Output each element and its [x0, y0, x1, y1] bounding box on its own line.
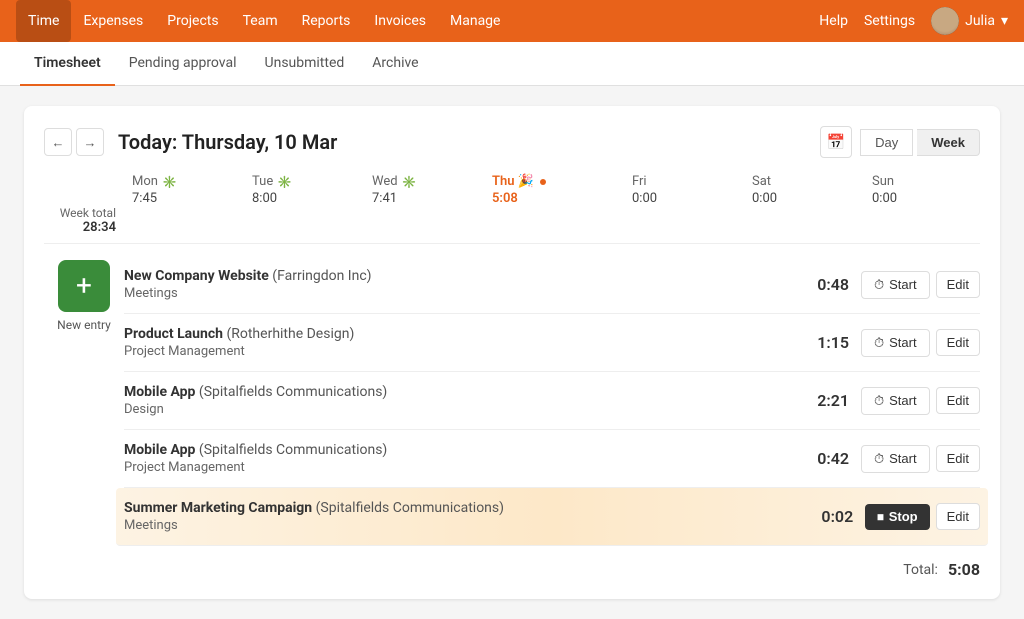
subnav-unsubmitted[interactable]: Unsubmitted — [251, 42, 359, 86]
next-week-button[interactable]: → — [76, 128, 104, 156]
edit-button[interactable]: Edit — [936, 503, 980, 530]
entry-info: Mobile App (Spitalfields Communications)… — [124, 384, 799, 417]
entry-actions: ⏱ Start Edit — [861, 387, 980, 415]
new-entry-label: New entry — [57, 318, 111, 332]
start-button[interactable]: ⏱ Start — [861, 445, 930, 473]
day-sat: Sat 0:00 — [744, 174, 864, 206]
nav-item-reports[interactable]: Reports — [290, 0, 363, 42]
entry-duration: 1:15 — [799, 333, 849, 352]
day-view-button[interactable]: Day — [860, 129, 913, 156]
sub-nav: Timesheet Pending approval Unsubmitted A… — [0, 42, 1024, 86]
user-menu[interactable]: Julia ▾ — [931, 7, 1008, 35]
entry-duration: 0:42 — [799, 449, 849, 468]
week-total: Week total 28:34 — [44, 206, 124, 235]
nav-item-expenses[interactable]: Expenses — [71, 0, 155, 42]
days-row: Mon ✳️ 7:45 Tue ✳️ 8:00 Wed ✳️ 7:41 Thu … — [44, 174, 980, 244]
day-tue: Tue ✳️ 8:00 — [244, 174, 364, 206]
timesheet-container: ← → Today: Thursday, 10 Mar 📅 Day Week M… — [24, 106, 1000, 599]
entry-duration: 0:48 — [799, 275, 849, 294]
clock-icon: ⏱ — [874, 451, 884, 467]
nav-item-time[interactable]: Time — [16, 0, 71, 42]
subnav-pending-approval[interactable]: Pending approval — [115, 42, 251, 86]
day-fri: Fri 0:00 — [624, 174, 744, 206]
nav-item-projects[interactable]: Projects — [155, 0, 230, 42]
new-entry-spacer — [44, 174, 124, 206]
new-entry-button[interactable]: + — [58, 260, 110, 312]
settings-link[interactable]: Settings — [864, 13, 915, 29]
entry-info: New Company Website (Farringdon Inc) Mee… — [124, 268, 799, 301]
entry-project: Mobile App (Spitalfields Communications) — [124, 384, 799, 400]
nav-arrows: ← → — [44, 128, 104, 156]
entry-task: Meetings — [124, 286, 799, 301]
avatar — [931, 7, 959, 35]
entry-info: Mobile App (Spitalfields Communications)… — [124, 442, 799, 475]
total-value: 5:08 — [948, 560, 980, 579]
day-wed: Wed ✳️ 7:41 — [364, 174, 484, 206]
day-sun: Sun 0:00 — [864, 174, 980, 206]
nav-item-manage[interactable]: Manage — [438, 0, 512, 42]
table-row: Mobile App (Spitalfields Communications)… — [124, 372, 980, 430]
start-button[interactable]: ⏱ Start — [861, 329, 930, 357]
new-entry-column: + New entry — [44, 256, 124, 579]
entry-project: Product Launch (Rotherhithe Design) — [124, 326, 799, 342]
entry-task: Meetings — [124, 518, 803, 533]
entry-actions: ⏱ Start Edit — [861, 445, 980, 473]
table-row: Summer Marketing Campaign (Spitalfields … — [116, 488, 988, 546]
total-label: Total: — [903, 562, 938, 578]
entry-duration: 0:02 — [803, 507, 853, 526]
entry-project: Summer Marketing Campaign (Spitalfields … — [124, 500, 803, 516]
view-toggle: 📅 Day Week — [820, 126, 980, 158]
day-thu: Thu 🎉 5:08 — [484, 174, 624, 206]
entry-actions: ⏱ Start Edit — [861, 329, 980, 357]
entry-actions: ⏹ Stop Edit — [865, 503, 980, 530]
edit-button[interactable]: Edit — [936, 445, 980, 472]
subnav-timesheet[interactable]: Timesheet — [20, 42, 115, 86]
clock-icon: ⏱ — [874, 393, 884, 409]
start-button[interactable]: ⏱ Start — [861, 271, 930, 299]
day-mon: Mon ✳️ 7:45 — [124, 174, 244, 206]
stop-button[interactable]: ⏹ Stop — [865, 504, 929, 530]
entry-task: Project Management — [124, 344, 799, 359]
stop-icon: ⏹ — [877, 509, 884, 525]
total-row: Total: 5:08 — [124, 546, 980, 579]
entry-info: Summer Marketing Campaign (Spitalfields … — [124, 500, 803, 533]
start-button[interactable]: ⏱ Start — [861, 387, 930, 415]
entry-actions: ⏱ Start Edit — [861, 271, 980, 299]
prev-week-button[interactable]: ← — [44, 128, 72, 156]
help-link[interactable]: Help — [819, 13, 848, 29]
timesheet-header: ← → Today: Thursday, 10 Mar 📅 Day Week — [44, 126, 980, 158]
edit-button[interactable]: Edit — [936, 387, 980, 414]
nav-item-invoices[interactable]: Invoices — [362, 0, 438, 42]
entry-duration: 2:21 — [799, 391, 849, 410]
table-row: Mobile App (Spitalfields Communications)… — [124, 430, 980, 488]
entry-project: Mobile App (Spitalfields Communications) — [124, 442, 799, 458]
entry-task: Project Management — [124, 460, 799, 475]
chevron-down-icon: ▾ — [1001, 13, 1008, 29]
username: Julia — [965, 13, 995, 29]
clock-icon: ⏱ — [874, 277, 884, 293]
week-view-button[interactable]: Week — [917, 129, 980, 156]
clock-icon: ⏱ — [874, 335, 884, 351]
entry-info: Product Launch (Rotherhithe Design) Proj… — [124, 326, 799, 359]
entry-task: Design — [124, 402, 799, 417]
entries-column: New Company Website (Farringdon Inc) Mee… — [124, 256, 980, 579]
edit-button[interactable]: Edit — [936, 271, 980, 298]
timesheet-body: + New entry New Company Website (Farring… — [44, 256, 980, 579]
nav-item-team[interactable]: Team — [231, 0, 290, 42]
table-row: Product Launch (Rotherhithe Design) Proj… — [124, 314, 980, 372]
edit-button[interactable]: Edit — [936, 329, 980, 356]
table-row: New Company Website (Farringdon Inc) Mee… — [124, 256, 980, 314]
main-content: ← → Today: Thursday, 10 Mar 📅 Day Week M… — [0, 86, 1024, 619]
entry-project: New Company Website (Farringdon Inc) — [124, 268, 799, 284]
subnav-archive[interactable]: Archive — [358, 42, 432, 86]
top-nav: Time Expenses Projects Team Reports Invo… — [0, 0, 1024, 42]
timesheet-title: Today: Thursday, 10 Mar — [118, 130, 820, 154]
calendar-button[interactable]: 📅 — [820, 126, 852, 158]
